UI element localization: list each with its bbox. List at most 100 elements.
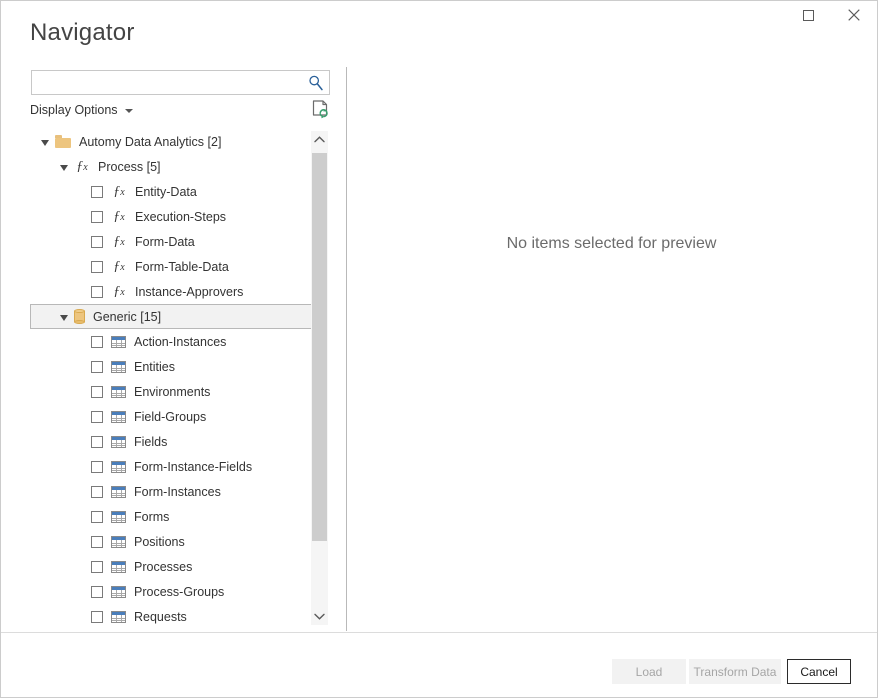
tree-item-label: Environments [134,385,210,399]
tree-item[interactable]: Fields [30,429,313,454]
load-button[interactable]: Load [612,659,686,684]
tree-scrollbar[interactable] [311,131,328,625]
tree-item-label: Requests [134,610,187,624]
tree-item[interactable]: Forms [30,504,313,529]
fx-icon: ƒx [111,260,127,274]
dialog-footer: Load Transform Data Cancel [1,633,877,697]
tree-item-label: Positions [134,535,185,549]
tree-item[interactable]: Automy Data Analytics [2] [30,129,313,154]
tree-item-checkbox[interactable] [91,211,103,223]
scrollbar-thumb[interactable] [312,153,327,541]
tree-expander-icon[interactable] [41,140,49,146]
search-input[interactable] [32,71,304,94]
tree-item-label: Field-Groups [134,410,206,424]
tree-item-label: Processes [134,560,192,574]
tree-item[interactable]: Form-Instance-Fields [30,454,313,479]
tree-item-label: Generic [15] [93,310,161,324]
tree-item[interactable]: Processes [30,554,313,579]
cancel-button[interactable]: Cancel [787,659,851,684]
tree-item[interactable]: ƒx Form-Table-Data [30,254,313,279]
tree-item-label: Process [5] [98,160,161,174]
close-button[interactable] [831,1,876,29]
table-icon [111,611,126,623]
tree-item-checkbox[interactable] [91,586,103,598]
tree-item[interactable]: ƒx Form-Data [30,229,313,254]
tree-item-label: Form-Data [135,235,195,249]
scroll-down-button[interactable] [311,608,328,625]
chevron-down-icon [125,109,133,113]
tree-item[interactable]: Requests [30,604,313,629]
table-icon [111,536,126,548]
tree-list: Automy Data Analytics [2]ƒxProcess [5]ƒx… [30,129,313,629]
search-box[interactable] [31,70,330,95]
table-icon [111,386,126,398]
scroll-up-button[interactable] [311,131,328,148]
tree-item[interactable]: Generic [15] [30,304,313,329]
tree-item-checkbox[interactable] [91,561,103,573]
tree-item-label: Entities [134,360,175,374]
tree-item[interactable]: Entities [30,354,313,379]
tree-expander-icon[interactable] [60,315,68,321]
tree-item-checkbox[interactable] [91,611,103,623]
fx-icon: ƒx [111,285,127,299]
tree-item-checkbox[interactable] [91,461,103,473]
search-icon[interactable] [307,74,325,92]
tree-item-checkbox[interactable] [91,411,103,423]
tree-item[interactable]: ƒx Entity-Data [30,179,313,204]
tree-item-label: Execution-Steps [135,210,226,224]
table-icon [111,461,126,473]
table-icon [111,361,126,373]
table-icon [111,336,126,348]
maximize-button[interactable] [786,1,831,29]
preview-pane: No items selected for preview [347,67,876,631]
chevron-down-icon [314,613,325,620]
tree-item[interactable]: Action-Instances [30,329,313,354]
fx-icon: ƒx [111,235,127,249]
tree-item[interactable]: ƒxExecution-Steps [30,204,313,229]
fx-icon: ƒx [111,185,127,199]
refresh-document-icon[interactable] [312,100,330,120]
table-icon [111,411,126,423]
object-tree[interactable]: Automy Data Analytics [2]ƒxProcess [5]ƒx… [30,129,330,629]
tree-item-checkbox[interactable] [91,386,103,398]
table-icon [111,511,126,523]
tree-item-checkbox[interactable] [91,511,103,523]
tree-item-checkbox[interactable] [91,186,103,198]
chevron-up-icon [314,136,325,143]
table-icon [111,436,126,448]
tree-item-label: Instance-Approvers [135,285,243,299]
tree-item-label: Forms [134,510,169,524]
fx-icon: ƒx [74,160,90,174]
tree-item[interactable]: Form-Instances [30,479,313,504]
tree-item-label: Fields [134,435,167,449]
tree-item[interactable]: Positions [30,529,313,554]
tree-item-checkbox[interactable] [91,261,103,273]
navigator-dialog: Navigator Display Options Automy Data An… [0,0,878,698]
tree-item-checkbox[interactable] [91,536,103,548]
database-icon [74,309,85,324]
folder-icon [55,135,71,148]
tree-item-label: Form-Table-Data [135,260,229,274]
tree-item-checkbox[interactable] [91,486,103,498]
tree-item-checkbox[interactable] [91,286,103,298]
tree-expander-icon[interactable] [60,165,68,171]
tree-item[interactable]: ƒx Instance-Approvers [30,279,313,304]
tree-item[interactable]: ƒx Process [5] [30,154,313,179]
tree-item-checkbox[interactable] [91,336,103,348]
preview-empty-message: No items selected for preview [507,235,717,253]
tree-item-checkbox[interactable] [91,361,103,373]
maximize-icon [803,10,814,21]
tree-item-label: Entity-Data [135,185,197,199]
table-icon [111,586,126,598]
tree-item-checkbox[interactable] [91,436,103,448]
tree-item-label: Automy Data Analytics [2] [79,135,221,149]
tree-item[interactable]: Field-Groups [30,404,313,429]
tree-item[interactable]: Process-Groups [30,579,313,604]
display-options-dropdown[interactable]: Display Options [30,103,133,117]
tree-item[interactable]: Environments [30,379,313,404]
transform-data-button[interactable]: Transform Data [689,659,781,684]
tree-item-label: Process-Groups [134,585,224,599]
tree-item-label: Form-Instance-Fields [134,460,252,474]
tree-item-checkbox[interactable] [91,236,103,248]
tree-item-label: Action-Instances [134,335,226,349]
